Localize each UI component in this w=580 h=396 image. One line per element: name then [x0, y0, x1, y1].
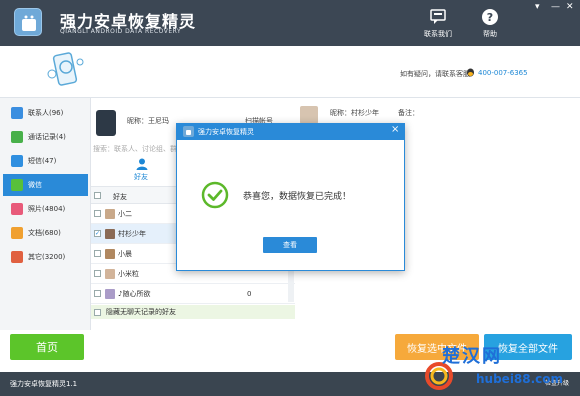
tab-friends[interactable]: 好友: [134, 172, 148, 182]
avatar: [105, 288, 115, 299]
friend-name: ♪随心所欲: [118, 289, 151, 298]
friend-name: 小晨: [118, 249, 132, 258]
chat-icon: [430, 9, 446, 24]
sidebar-item-label: 通话记录(4): [28, 133, 66, 141]
hide-empty-row[interactable]: 隐藏无聊天记录的好友: [91, 305, 295, 319]
friend-name: 小二: [118, 209, 132, 218]
minimize-icon[interactable]: —: [551, 2, 560, 12]
wechat-icon: [11, 179, 23, 191]
hide-empty-label: 隐藏无聊天记录的好友: [106, 308, 176, 316]
row-checkbox[interactable]: [94, 250, 101, 257]
friend-icon: [136, 158, 148, 170]
avatar: [105, 268, 115, 279]
dialog-close-icon[interactable]: ×: [391, 124, 399, 135]
version-label: 强力安卓恢复精灵1.1: [10, 380, 78, 388]
sidebar-item[interactable]: 其它(3200): [3, 246, 88, 268]
sidebar-item-label: 文档(680): [28, 229, 61, 237]
sms-icon: [11, 155, 23, 167]
success-check-icon: [201, 181, 229, 209]
qq-icon: [467, 68, 474, 77]
other-icon: [11, 251, 23, 263]
avatar: [105, 228, 115, 239]
photo-icon: [11, 203, 23, 215]
contact-us-label: 联系我们: [424, 30, 452, 38]
home-button[interactable]: 首页: [10, 334, 84, 360]
sidebar-item-label: 微信: [28, 181, 42, 189]
hide-empty-checkbox[interactable]: [94, 308, 101, 316]
phone-icon: [11, 131, 23, 143]
app-subtitle: QIANGLI ANDROID DATA RECOVERY: [60, 28, 182, 35]
help-button[interactable]: ? 帮助: [472, 6, 508, 42]
row-checkbox[interactable]: [94, 290, 101, 297]
contact-us-button[interactable]: 联系我们: [420, 6, 456, 42]
close-icon[interactable]: ✕: [566, 2, 574, 12]
svg-text:?: ?: [487, 11, 493, 24]
sidebar-item[interactable]: 通话记录(4): [3, 126, 88, 148]
detail-avatar: [300, 106, 318, 124]
detail-note: 备注：: [398, 109, 419, 117]
dialog-message: 恭喜您，数据恢复已完成！: [243, 192, 352, 202]
support-phone: 400-007-6365: [478, 69, 528, 77]
watermark-site: 楚汉网: [442, 346, 502, 367]
sidebar-item[interactable]: 照片(4804): [3, 198, 88, 220]
sidebar-item[interactable]: 微信: [3, 174, 88, 196]
row-checkbox[interactable]: ✓: [94, 230, 101, 237]
dialog-title: 强力安卓恢复精灵: [198, 128, 254, 136]
sidebar-item-label: 照片(4804): [28, 205, 66, 213]
phone-illustration-icon: [47, 52, 84, 86]
sidebar-item-label: 联系人(96): [28, 109, 64, 117]
row-checkbox[interactable]: [94, 210, 101, 217]
table-row[interactable]: ♪随心所欲 0: [91, 284, 295, 304]
dialog-app-icon: [183, 126, 194, 137]
message-count: 0: [247, 289, 252, 298]
menu-icon[interactable]: ▾: [535, 2, 540, 12]
select-all-checkbox[interactable]: [94, 192, 101, 199]
android-logo-icon: [14, 8, 42, 36]
friend-name: 小米粒: [118, 269, 139, 278]
row-checkbox[interactable]: [94, 270, 101, 277]
sidebar-item[interactable]: 短信(47): [3, 150, 88, 172]
avatar: [105, 248, 115, 259]
watermark-url: hubei88.com: [476, 372, 564, 386]
contacts-icon: [11, 107, 23, 119]
friend-search-input[interactable]: 搜索：联系人、讨论组、群: [93, 144, 177, 154]
document-icon: [11, 227, 23, 239]
detail-nick: 昵称：村杉少年: [330, 109, 379, 117]
header-friend: 好友: [113, 193, 127, 201]
help-label: 帮助: [483, 30, 497, 38]
view-button[interactable]: 查看: [263, 237, 317, 253]
avatar: [105, 208, 115, 219]
friend-name: 村杉少年: [118, 229, 146, 238]
contact-text: 如有疑问，请联系客服: [400, 70, 470, 78]
device-name: 昵称：王尼玛: [127, 117, 169, 125]
sidebar-item-label: 短信(47): [28, 157, 57, 165]
sidebar-item-label: 其它(3200): [28, 253, 66, 261]
help-icon: ?: [482, 9, 498, 25]
sidebar-item[interactable]: 联系人(96): [3, 102, 88, 124]
sidebar-item[interactable]: 文档(680): [3, 222, 88, 244]
device-phone-icon: [96, 110, 116, 136]
